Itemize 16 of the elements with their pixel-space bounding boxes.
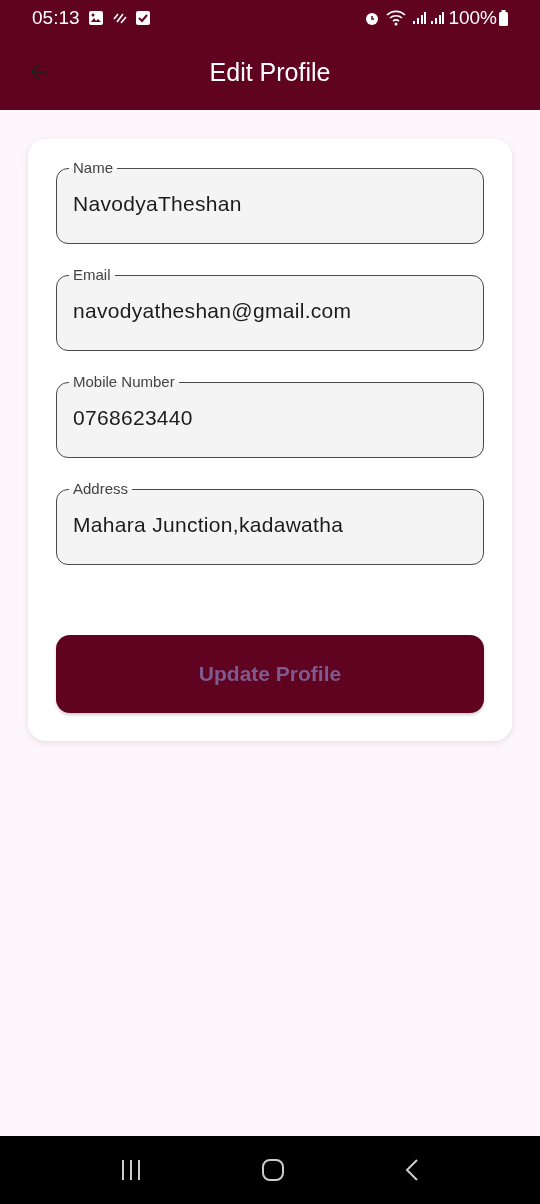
input-field[interactable]: Address Mahara Junction,kadawatha bbox=[56, 480, 484, 565]
input-field[interactable]: Mobile Number 0768623440 bbox=[56, 373, 484, 458]
alarm-icon bbox=[364, 10, 381, 26]
image-icon bbox=[87, 10, 104, 26]
input-field[interactable]: Email navodyatheshan@gmail.com bbox=[56, 266, 484, 351]
signal-icon bbox=[412, 11, 427, 25]
battery-level: 100% bbox=[448, 5, 497, 30]
screen-title: Edit Profile bbox=[209, 57, 331, 89]
battery-icon bbox=[499, 10, 508, 26]
slash-icon bbox=[111, 11, 128, 25]
back-icon[interactable] bbox=[404, 1158, 421, 1182]
home-icon[interactable] bbox=[261, 1158, 285, 1182]
checkbox-icon bbox=[135, 10, 150, 26]
signal-icon bbox=[430, 11, 445, 25]
recent-apps-icon[interactable] bbox=[119, 1159, 142, 1181]
status-time: 05:13 bbox=[32, 5, 80, 30]
